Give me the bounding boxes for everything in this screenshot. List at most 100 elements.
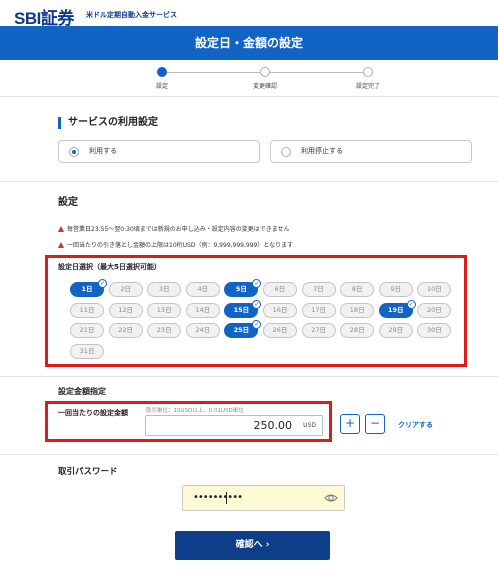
day-chip-label: 20日 [427, 305, 442, 314]
day-chip-15[interactable]: 15日 ✓ [224, 299, 262, 318]
day-chip-13[interactable]: 13日 [147, 302, 182, 318]
divider [0, 376, 498, 377]
divider [0, 454, 498, 455]
day-chip-label: 13日 [156, 305, 172, 314]
day-chip-label: 10日 [427, 285, 442, 293]
logo-bar: SBI証券 米ドル定期自動入金サービス [0, 0, 498, 28]
day-chip-25[interactable]: 25日 ✓ [224, 320, 262, 338]
day-chip-14[interactable]: 14日 [185, 302, 220, 318]
day-chip-22[interactable]: 22日 [108, 323, 143, 338]
day-chip-30[interactable]: 30日 [417, 323, 452, 338]
check-icon: ✓ [252, 299, 262, 309]
warning-text-2: 一回当たりの引き落とし金額の上限は10桁USD（例：9,999,999,999）… [67, 242, 294, 249]
radio-stop[interactable]: 利用停止する [270, 140, 472, 163]
day-chip-3[interactable]: 3日 [147, 282, 182, 297]
day-chip-label: 28日 [349, 326, 365, 334]
day-chip-29[interactable]: 29日 [378, 323, 413, 338]
confirm-button[interactable]: 確認へ › [175, 531, 330, 560]
day-chip-9[interactable]: 9日 [378, 282, 413, 297]
day-chip-label: 8日 [351, 285, 363, 293]
day-chip-label: 15日 [233, 305, 250, 314]
service-usage-title: サービスの利用設定 [58, 117, 158, 129]
amount-hint: 取引単位：10USD以上、0.01USD単位 [146, 408, 244, 414]
warning-cutoff: 毎営業日23:55〜翌0:30頃までは新規のお申し込み・設定内容の変更はできませ… [58, 224, 290, 233]
radio-use-label: 利用する [89, 147, 117, 155]
day-chip-label: 3日 [158, 285, 170, 293]
day-chip-label: 5日 [235, 285, 247, 293]
day-chip-19[interactable]: 19日 ✓ [378, 299, 416, 318]
check-icon: ✓ [406, 299, 416, 309]
day-chip-label: 26日 [272, 326, 288, 334]
day-chip-label: 11日 [79, 305, 95, 314]
day-chip-24[interactable]: 24日 [185, 323, 220, 338]
day-chip-23[interactable]: 23日 [147, 323, 182, 338]
decrement-button[interactable]: − [365, 414, 385, 434]
amount-input[interactable]: 250.00 USD [145, 415, 323, 436]
page-title: 設定日・金額の設定 [194, 36, 303, 50]
day-chip-21[interactable]: 21日 [70, 323, 104, 338]
step-dot-1 [157, 67, 167, 77]
text-caret [226, 492, 227, 504]
step-label-1: 設定 [155, 83, 168, 90]
day-chip-26[interactable]: 26日 [263, 323, 297, 338]
step-label-3: 設定完了 [355, 83, 380, 90]
settings-title: 設定 [58, 197, 78, 208]
radio-use[interactable]: 利用する [58, 140, 260, 163]
step-connector [166, 72, 260, 73]
warning-text-1: 毎営業日23:55〜翌0:30頃までは新規のお申し込み・設定内容の変更はできませ… [67, 226, 290, 233]
day-chip-label: 24日 [195, 326, 211, 334]
day-chip-10[interactable]: 10日 [417, 282, 452, 297]
increment-button[interactable]: + [340, 414, 360, 434]
amount-section-title: 設定金額指定 [58, 387, 106, 396]
day-chip-2[interactable]: 2日 [108, 282, 143, 297]
day-chip-label: 1日 [81, 285, 93, 293]
title-bar: 設定日・金額の設定 [0, 26, 498, 60]
day-chip-1[interactable]: 1日 ✓ [70, 279, 107, 297]
eye-icon[interactable] [324, 491, 338, 505]
day-chip-label: 25日 [233, 326, 250, 334]
password-field[interactable]: •••••••••• [182, 485, 345, 511]
radio-selected-icon [69, 147, 79, 157]
day-chip-label: 4日 [197, 285, 209, 293]
day-chip-27[interactable]: 27日 [301, 323, 336, 338]
password-masked: •••••••••• [193, 492, 243, 503]
day-chip-8[interactable]: 8日 [340, 282, 375, 297]
day-chip-16[interactable]: 16日 [263, 302, 297, 318]
step-dot-3 [363, 67, 373, 77]
amount-value: 250.00 [253, 419, 293, 432]
day-chip-17[interactable]: 17日 [301, 302, 336, 318]
radio-unselected-icon [281, 147, 291, 157]
day-chip-12[interactable]: 12日 [108, 302, 143, 318]
day-chip-label: 21日 [79, 326, 95, 334]
amount-unit: USD [303, 422, 316, 429]
radio-stop-label: 利用停止する [301, 147, 343, 155]
day-chip-6[interactable]: 6日 [263, 282, 297, 297]
divider [0, 181, 498, 182]
day-chip-label: 18日 [349, 305, 365, 314]
clear-link[interactable]: クリアする [398, 420, 433, 430]
day-chip-4[interactable]: 4日 [185, 282, 220, 297]
day-chip-18[interactable]: 18日 [340, 302, 375, 318]
step-label-2: 変更確認 [252, 83, 277, 90]
day-chip-11[interactable]: 11日 [70, 302, 104, 318]
day-chip-label: 2日 [120, 285, 131, 293]
password-title: 取引パスワード [58, 467, 118, 477]
day-chip-label: 19日 [388, 305, 404, 314]
service-name: 米ドル定期自動入金サービス [86, 11, 177, 19]
warning-icon [58, 226, 64, 232]
day-chip-20[interactable]: 20日 [417, 302, 452, 318]
progress-steps: 設定 変更確認 設定完了 [0, 60, 498, 94]
day-chip-label: 9日 [390, 285, 402, 293]
day-chip-31[interactable]: 31日 [70, 343, 104, 359]
day-chip-label: 29日 [388, 326, 404, 334]
day-chip-28[interactable]: 28日 [340, 323, 375, 338]
day-chip-label: 14日 [195, 305, 211, 314]
amount-label: 一回当たりの設定金額 [58, 409, 128, 417]
day-chip-label: 27日 [311, 326, 326, 334]
day-chip-label: 22日 [118, 326, 133, 334]
day-selection-title: 設定日選択（最大5日選択可能） [58, 263, 161, 271]
step-dot-2 [260, 67, 270, 77]
day-chip-5[interactable]: 5日 ✓ [224, 279, 262, 297]
step-connector [270, 72, 363, 73]
day-chip-7[interactable]: 7日 [301, 282, 336, 297]
